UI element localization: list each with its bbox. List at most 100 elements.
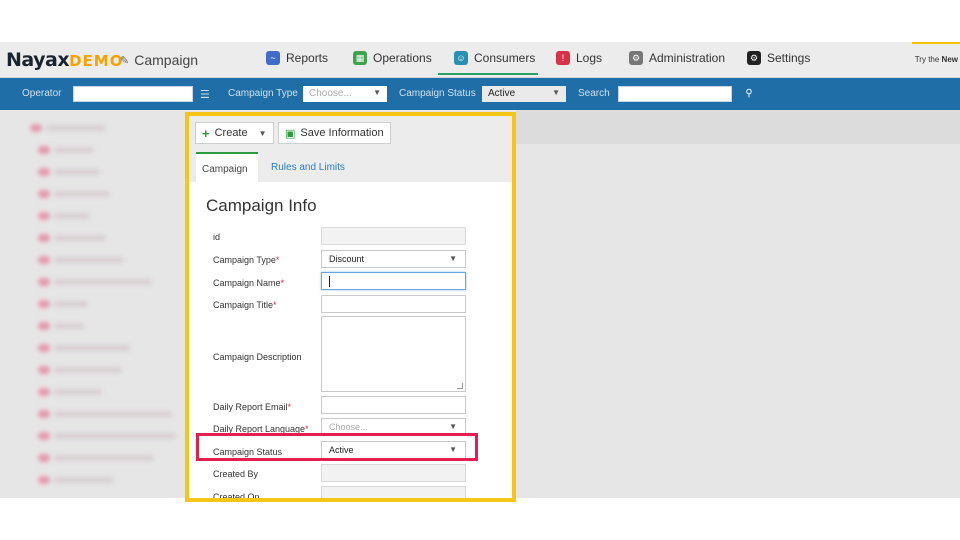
tree-node-marker (38, 256, 50, 264)
tree-node-marker (38, 476, 50, 484)
tree-node-blurred (54, 367, 122, 373)
nav-consumers[interactable]: ☺ Consumers (438, 51, 538, 75)
campaign-status-highlight (196, 433, 478, 461)
operator-input[interactable] (73, 86, 193, 102)
created-on-label: Created On (213, 492, 260, 502)
nayax-logo[interactable]: NayaxDEMO (6, 50, 124, 71)
tree-node-marker (38, 388, 50, 396)
nav-operations[interactable]: ▦ Operations (353, 51, 432, 75)
create-button[interactable]: + Create ▼ (195, 122, 274, 144)
search-icon: ⚲ (745, 88, 753, 99)
campaign-type-label: Campaign Type* (213, 255, 279, 265)
campaign-status-filter-label: Campaign Status (399, 88, 476, 99)
tab-rules-and-limits[interactable]: Rules and Limits (265, 152, 351, 182)
tree-node-marker (38, 234, 50, 242)
campaign-description-textarea[interactable] (321, 316, 466, 392)
required-mark: * (273, 300, 277, 310)
daily-report-email-input[interactable] (321, 396, 466, 414)
administration-icon: ⚙ (629, 51, 643, 65)
logo-main: Nayax (6, 49, 70, 71)
search-input[interactable] (618, 86, 732, 102)
tree-node-blurred (54, 389, 102, 395)
campaign-type-value: Discount (329, 254, 365, 264)
try-new-bold: New (941, 55, 958, 64)
top-accent-line (912, 42, 960, 44)
chevron-down-icon: ▼ (552, 88, 560, 97)
tree-node-marker (38, 322, 50, 330)
nav-reports[interactable]: ~ Reports (266, 51, 328, 75)
form-toolbar: + Create ▼ ▣ Save Information Campaign R… (189, 116, 512, 182)
filter-bar: Operator ☰ Campaign Type Choose... ▼ Cam… (0, 78, 960, 110)
operations-icon: ▦ (353, 51, 367, 65)
tree-node-blurred (54, 213, 90, 219)
resize-grip-icon[interactable] (457, 383, 463, 389)
content-header-strip (516, 110, 960, 144)
nav-administration[interactable]: ⚙ Administration (629, 51, 725, 75)
campaign-title-label-text: Campaign Title (213, 300, 274, 310)
chevron-down-icon: ▼ (449, 254, 457, 263)
tree-node-blurred (54, 301, 88, 307)
page-title: ✎ Campaign (120, 52, 198, 68)
required-mark: * (275, 255, 280, 265)
campaign-name-input[interactable] (321, 272, 466, 290)
top-nav: NayaxDEMO ✎ Campaign ~ Reports ▦ Operati… (0, 42, 960, 78)
required-mark: * (280, 278, 285, 288)
consumers-icon: ☺ (454, 51, 468, 65)
tree-node-blurred (46, 125, 106, 131)
nav-logs[interactable]: ! Logs (556, 51, 602, 75)
chevron-down-icon: ▼ (258, 128, 267, 138)
tree-node-blurred (54, 323, 84, 329)
form-title: Campaign Info (206, 196, 317, 215)
campaign-name-label-text: Campaign Name (213, 278, 281, 288)
tree-node-marker (38, 168, 50, 176)
campaign-type-filter-value: Choose... (309, 88, 352, 99)
campaign-name-label: Campaign Name* (213, 278, 284, 288)
operator-list-icon[interactable]: ☰ (200, 88, 210, 101)
nav-settings-label: Settings (767, 51, 811, 65)
tree-node-marker (38, 212, 50, 220)
nav-consumers-label: Consumers (474, 51, 536, 65)
search-label: Search (578, 88, 610, 99)
nav-logs-label: Logs (576, 51, 603, 65)
reports-icon: ~ (266, 51, 280, 65)
search-button[interactable]: ⚲ (738, 86, 760, 102)
chevron-down-icon: ▼ (373, 88, 381, 97)
campaign-type-filter-select[interactable]: Choose... ▼ (303, 86, 387, 102)
tab-campaign[interactable]: Campaign (196, 152, 258, 182)
tree-node-blurred (54, 477, 114, 483)
tree-node-blurred (54, 147, 94, 153)
campaign-type-label-text: Campaign Type (213, 255, 276, 265)
tree-node-marker (38, 278, 50, 286)
created-by-field (321, 464, 466, 482)
try-new-link[interactable]: Try the New (915, 55, 958, 64)
form-tabs: Campaign Rules and Limits (189, 152, 512, 182)
tree-node-blurred (54, 345, 130, 351)
try-prefix: Try the (914, 55, 942, 64)
logs-icon: ! (556, 51, 570, 65)
campaign-type-select[interactable]: Discount ▼ (321, 250, 466, 268)
campaign-description-label: Campaign Description (213, 352, 302, 362)
tree-node-blurred (54, 257, 124, 263)
id-field (321, 227, 466, 245)
save-information-button[interactable]: ▣ Save Information (278, 122, 391, 144)
text-cursor (329, 276, 330, 288)
create-button-label: Create (214, 127, 248, 139)
tree-node-blurred (54, 279, 152, 285)
tree-node-marker (38, 410, 50, 418)
created-by-label: Created By (213, 469, 259, 479)
sidebar-tree-blurred (0, 110, 185, 498)
tree-node-blurred (54, 235, 106, 241)
tree-node-blurred (54, 191, 110, 197)
nav-administration-label: Administration (649, 51, 726, 65)
tree-node-marker (38, 300, 50, 308)
tree-node-marker (38, 454, 50, 462)
tree-node-marker (38, 366, 50, 374)
tree-node-marker (38, 190, 50, 198)
nav-operations-label: Operations (373, 51, 432, 65)
required-mark: * (287, 402, 292, 412)
campaign-status-filter-select[interactable]: Active ▼ (482, 86, 566, 102)
nav-settings[interactable]: ⚙ Settings (747, 51, 810, 75)
campaign-title-input[interactable] (321, 295, 466, 313)
tree-node-blurred (54, 411, 172, 417)
save-icon: ▣ (285, 127, 296, 140)
